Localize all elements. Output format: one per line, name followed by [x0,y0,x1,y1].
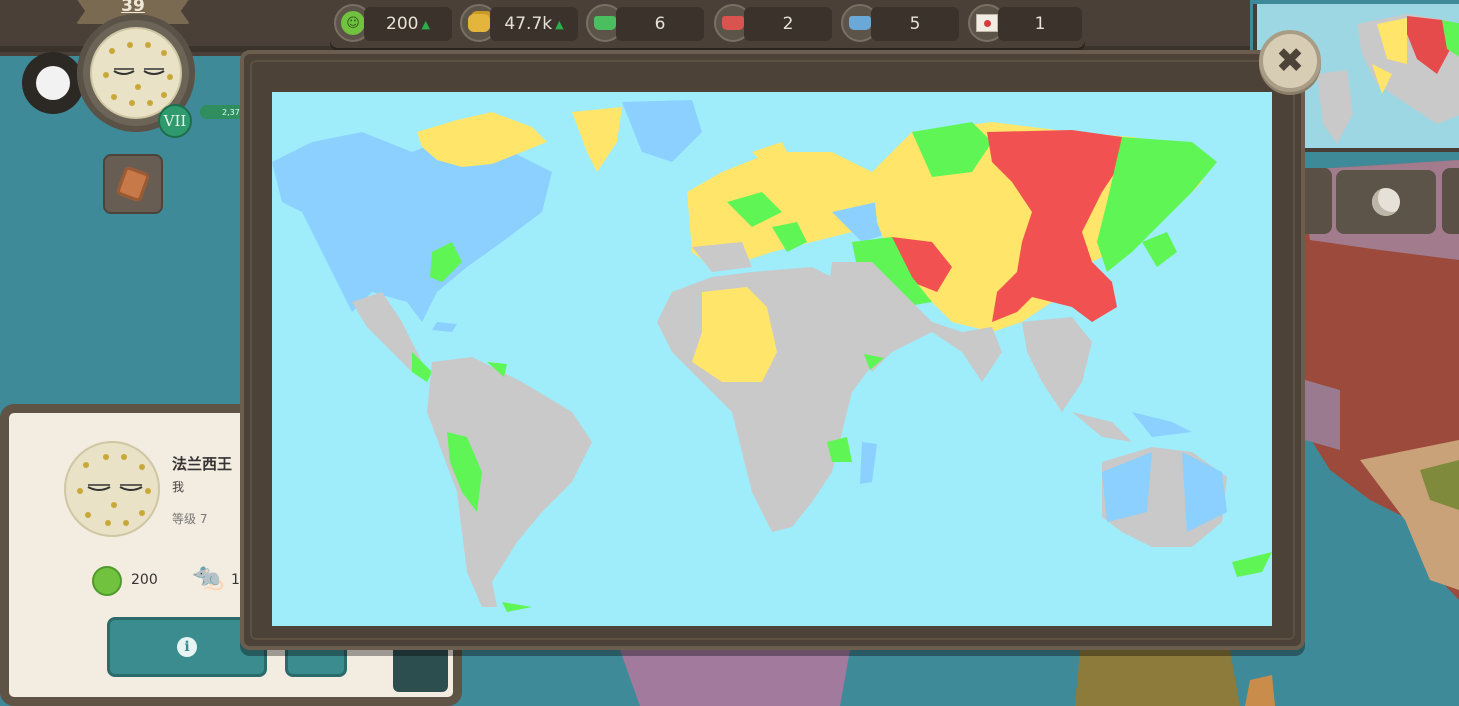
world-diplomacy-map[interactable] [272,92,1272,626]
panel-rats-value: 1 [231,572,240,588]
smiley-icon: ☺ [341,11,365,35]
blue-crown-icon [849,16,871,30]
smiley-icon [92,566,122,596]
up-arrow-icon: ▲ [555,17,564,31]
enemies-value: 2 [782,14,794,34]
progress-label: 2,37 [222,107,240,117]
globe-button[interactable] [1336,170,1436,234]
gold-coins-icon [468,14,490,32]
player-level-label: 等级 7 [172,512,208,526]
info-icon: i [177,637,197,657]
player-name: 法兰西王 [172,455,233,473]
scroll-button[interactable] [103,154,163,214]
side-tab-button[interactable] [1442,168,1459,234]
rat-icon: 🐀 [192,562,225,592]
treaties-value: 1 [1034,14,1046,34]
progress-pill: 2,37 [200,105,244,119]
treaty-scroll-icon [976,14,998,32]
close-icon: ✖ [1275,41,1305,81]
gold-value: 47.7k [504,14,553,34]
view-toggle[interactable] [22,52,84,114]
up-arrow-icon: ▲ [421,17,430,31]
close-button[interactable]: ✖ [1259,30,1321,92]
vassals-value: 5 [909,14,921,34]
player-subtitle: 我 [172,480,185,494]
scroll-icon [115,165,151,203]
player-portrait [64,441,160,537]
toggle-dot [36,66,70,100]
green-crown-icon [594,16,616,30]
red-crown-icon [722,16,744,30]
allies-value: 6 [654,14,666,34]
panel-happiness-value: 200 [131,572,158,588]
globe-icon [1372,188,1400,216]
happiness-value: 200 [386,14,419,34]
era-badge[interactable]: VII [158,104,192,138]
resource-bar: ☺ 200 ▲ 47.7k ▲ 6 2 5 1 [330,0,1085,48]
